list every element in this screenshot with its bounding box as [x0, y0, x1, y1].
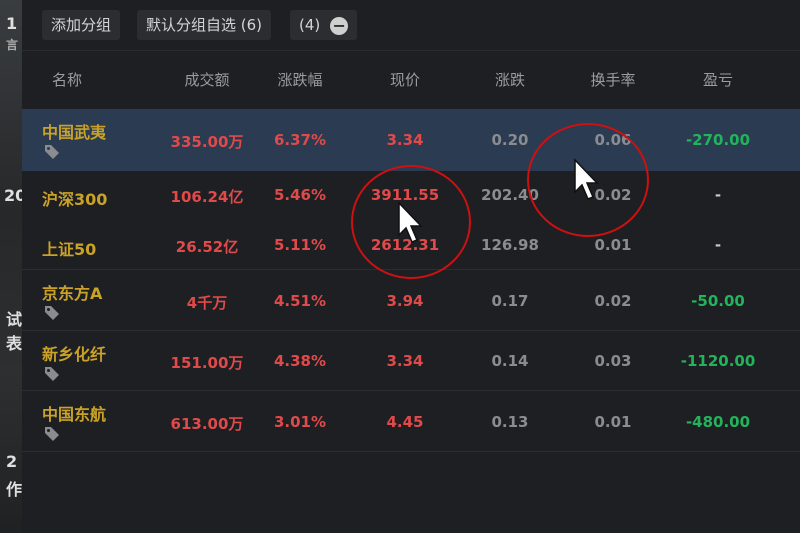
- cell-pnl: -: [714, 236, 722, 254]
- group-count-label: (4): [299, 16, 321, 34]
- tag-icon[interactable]: [44, 425, 60, 441]
- table-row[interactable]: 中国武夷 335.00万 6.37% 3.34 0.20 0.06 -270.00: [22, 109, 800, 171]
- minus-circle-icon[interactable]: −: [330, 16, 349, 35]
- cell-price: 3.94: [386, 292, 424, 310]
- background-text-fragment: 2: [6, 452, 18, 471]
- cell-change: 0.14: [491, 352, 529, 370]
- cell-pnl: -1120.00: [680, 352, 756, 370]
- stock-name: 中国武夷: [42, 123, 107, 142]
- cell-change-pct: 4.51%: [273, 292, 327, 310]
- column-header-volume[interactable]: 成交额: [167, 51, 247, 109]
- cell-volume: 335.00万: [170, 133, 244, 151]
- cell-volume: 151.00万: [170, 354, 244, 372]
- group-count-button[interactable]: (4) −: [290, 10, 358, 40]
- table-row[interactable]: 中国东航 613.00万 3.01% 4.45 0.13 0.01 -480.00: [22, 391, 800, 452]
- background-text-fragment: 表: [6, 334, 22, 353]
- background-text-fragment: 言: [6, 38, 19, 52]
- cell-price: 2612.31: [370, 236, 440, 254]
- cell-price: 3911.55: [370, 186, 440, 204]
- column-header-turnover[interactable]: 换手率: [573, 51, 653, 109]
- table-header: 名称 成交额 涨跌幅 现价 涨跌 换手率 盈亏: [22, 50, 800, 109]
- cell-turnover: 0.03: [594, 352, 632, 370]
- column-header-change[interactable]: 涨跌: [470, 51, 550, 109]
- cell-price: 4.45: [386, 413, 424, 431]
- cell-volume: 106.24亿: [170, 188, 244, 206]
- cell-price: 3.34: [386, 131, 424, 149]
- background-text-fragment: 作: [6, 480, 22, 499]
- cell-change: 126.98: [481, 236, 539, 254]
- cell-pnl: -: [714, 186, 722, 204]
- cell-volume: 613.00万: [170, 415, 244, 433]
- add-group-button[interactable]: 添加分组: [42, 10, 121, 40]
- cell-pnl: -480.00: [685, 413, 751, 431]
- column-header-price[interactable]: 现价: [365, 51, 445, 109]
- cell-volume: 26.52亿: [175, 238, 239, 256]
- tag-icon[interactable]: [44, 143, 60, 159]
- column-header-change-pct[interactable]: 涨跌幅: [260, 51, 340, 109]
- tag-icon[interactable]: [44, 365, 60, 381]
- cell-turnover: 0.01: [594, 236, 632, 254]
- background-text-fragment: 试: [6, 310, 22, 329]
- cell-volume: 4千万: [186, 294, 228, 312]
- column-header-name[interactable]: 名称: [22, 51, 112, 109]
- cell-pnl: -50.00: [691, 292, 745, 310]
- cell-change: 0.17: [491, 292, 529, 310]
- table-row[interactable]: 京东方A 4千万 4.51% 3.94 0.17 0.02 -50.00: [22, 270, 800, 331]
- cell-change-pct: 4.38%: [273, 352, 327, 370]
- background-text-fragment: 1: [6, 14, 18, 33]
- table-row[interactable]: 新乡化纤 151.00万 4.38% 3.34 0.14 0.03 -1120.00: [22, 331, 800, 391]
- cell-turnover: 0.02: [594, 292, 632, 310]
- stock-name: 京东方A: [42, 284, 103, 303]
- cell-price: 3.34: [386, 352, 424, 370]
- cell-change: 0.13: [491, 413, 529, 431]
- cell-turnover: 0.02: [594, 186, 632, 204]
- stock-name: 中国东航: [42, 405, 107, 424]
- cell-change: 202.40: [481, 186, 539, 204]
- watchlist-panel: 添加分组 默认分组自选 (6) (4) − 名称 成交额 涨跌幅 现价 涨跌 换手…: [22, 0, 800, 533]
- cell-change: 0.20: [491, 131, 529, 149]
- watchlist-toolbar: 添加分组 默认分组自选 (6) (4) −: [22, 0, 800, 50]
- cell-turnover: 0.01: [594, 413, 632, 431]
- cell-change-pct: 5.11%: [273, 236, 327, 254]
- cell-change-pct: 3.01%: [273, 413, 327, 431]
- table-row[interactable]: 上证50 26.52亿 5.11% 2612.31 126.98 0.01 -: [22, 221, 800, 270]
- cell-change-pct: 5.46%: [273, 186, 327, 204]
- column-header-pnl[interactable]: 盈亏: [678, 51, 758, 109]
- stock-name: 上证50: [42, 240, 97, 259]
- stock-name: 沪深300: [42, 190, 108, 209]
- cell-change-pct: 6.37%: [273, 131, 327, 149]
- table-row[interactable]: 沪深300 106.24亿 5.46% 3911.55 202.40 0.02 -: [22, 171, 800, 221]
- default-group-tab[interactable]: 默认分组自选 (6): [137, 10, 272, 40]
- tag-icon[interactable]: [44, 304, 60, 320]
- cell-pnl: -270.00: [685, 131, 751, 149]
- stock-name: 新乡化纤: [42, 345, 107, 364]
- cell-turnover: 0.06: [594, 131, 632, 149]
- background-window-edge: 1 言 20 试 表 2 作: [0, 0, 22, 533]
- background-text-fragment: 20: [4, 186, 22, 205]
